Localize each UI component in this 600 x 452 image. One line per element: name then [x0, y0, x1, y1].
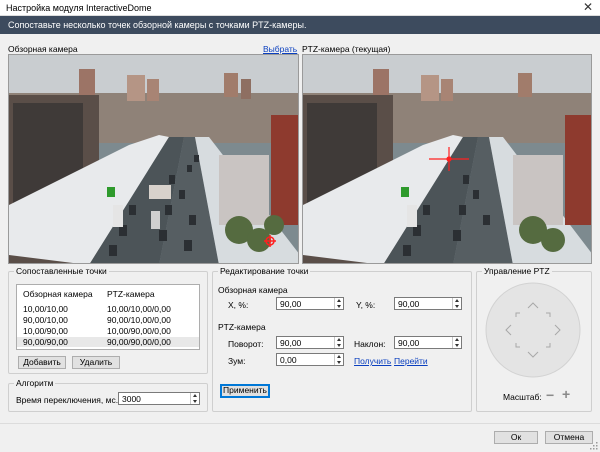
- column-header-ptz[interactable]: PTZ-камера: [107, 289, 155, 299]
- zoom-label: Зум:: [228, 356, 246, 366]
- x-stepper[interactable]: 90,00: [276, 297, 344, 310]
- switch-time-label: Время переключения, мс.:: [16, 395, 121, 405]
- x-value: 90,00: [280, 299, 302, 309]
- title-bar: Настройка модуля InteractiveDome ✕: [0, 0, 600, 16]
- delete-point-button[interactable]: Удалить: [72, 356, 120, 369]
- table-row[interactable]: 10,00/90,00 10,00/90,00/0,00: [17, 326, 199, 336]
- row-overview-cell: 90,00/90,00: [23, 337, 68, 347]
- tilt-label: Наклон:: [354, 339, 386, 349]
- stepper-arrows-icon[interactable]: [190, 393, 199, 404]
- stepper-arrows-icon[interactable]: [334, 354, 343, 365]
- edit-point-legend: Редактирование точки: [220, 266, 309, 276]
- tilt-value: 90,00: [398, 338, 420, 348]
- row-overview-cell: 10,00/90,00: [23, 326, 68, 336]
- stepper-arrows-icon[interactable]: [334, 298, 343, 309]
- instruction-text: Сопоставьте несколько точек обзорной кам…: [8, 20, 307, 30]
- table-row[interactable]: 90,00/10,00 90,00/10,00/0,00: [17, 315, 199, 325]
- overview-camera-label: Обзорная камера: [8, 44, 78, 54]
- overview-camera-view[interactable]: [8, 54, 299, 264]
- select-camera-link[interactable]: Выбрать: [263, 44, 297, 54]
- tilt-stepper[interactable]: 90,00: [394, 336, 462, 349]
- resize-grip-icon[interactable]: [590, 442, 598, 450]
- ptz-camera-label: PTZ-камера (текущая): [302, 44, 391, 54]
- row-ptz-cell: 10,00/90,00/0,00: [107, 326, 171, 336]
- switch-time-value: 3000: [122, 394, 141, 404]
- row-overview-cell: 10,00/10,00: [23, 304, 68, 314]
- scale-label: Масштаб:: [503, 392, 542, 402]
- table-row[interactable]: 10,00/10,00 10,00/10,00/0,00: [17, 304, 199, 314]
- stepper-arrows-icon[interactable]: [452, 337, 461, 348]
- apply-button[interactable]: Применить: [220, 384, 270, 398]
- stepper-arrows-icon[interactable]: [334, 337, 343, 348]
- list-header: Обзорная камера PTZ-камера: [17, 289, 199, 301]
- ptz-joystick[interactable]: [484, 281, 582, 379]
- add-point-button[interactable]: Добавить: [18, 356, 66, 369]
- y-label: Y, %:: [356, 300, 376, 310]
- zoom-out-icon[interactable]: −: [546, 387, 554, 403]
- switch-time-stepper[interactable]: 3000: [118, 392, 200, 405]
- row-ptz-cell: 90,00/10,00/0,00: [107, 315, 171, 325]
- matched-points-legend: Сопоставленные точки: [16, 266, 107, 276]
- zoom-value: 0,00: [280, 355, 297, 365]
- matched-points-list[interactable]: Обзорная камера PTZ-камера 10,00/10,00 10…: [16, 284, 200, 350]
- row-ptz-cell: 90,00/90,00/0,00: [107, 337, 171, 347]
- ptz-control-legend: Управление PTZ: [484, 266, 550, 276]
- window-title: Настройка модуля InteractiveDome: [6, 3, 152, 13]
- edit-overview-section-label: Обзорная камера: [218, 285, 288, 295]
- stepper-arrows-icon[interactable]: [452, 298, 461, 309]
- close-icon[interactable]: ✕: [581, 0, 595, 16]
- overview-camera-image: [9, 55, 298, 263]
- column-header-overview[interactable]: Обзорная камера: [23, 289, 93, 299]
- ptz-camera-image: [303, 55, 591, 263]
- pan-stepper[interactable]: 90,00: [276, 336, 344, 349]
- cancel-button[interactable]: Отмена: [545, 431, 593, 444]
- y-stepper[interactable]: 90,00: [394, 297, 462, 310]
- zoom-in-icon[interactable]: +: [562, 386, 570, 402]
- pan-label: Поворот:: [228, 339, 264, 349]
- goto-position-link[interactable]: Перейти: [394, 356, 428, 366]
- row-overview-cell: 90,00/10,00: [23, 315, 68, 325]
- ok-button[interactable]: Ок: [494, 431, 538, 444]
- x-label: X, %:: [228, 300, 249, 310]
- zoom-stepper[interactable]: 0,00: [276, 353, 344, 366]
- ptz-camera-view[interactable]: [302, 54, 592, 264]
- pan-value: 90,00: [280, 338, 302, 348]
- get-position-link[interactable]: Получить: [354, 356, 391, 366]
- y-value: 90,00: [398, 299, 420, 309]
- footer-divider: [0, 423, 600, 424]
- instruction-banner: Сопоставьте несколько точек обзорной кам…: [0, 16, 600, 34]
- table-row[interactable]: 90,00/90,00 90,00/90,00/0,00: [17, 337, 199, 347]
- edit-ptz-section-label: PTZ-камера: [218, 322, 266, 332]
- row-ptz-cell: 10,00/10,00/0,00: [107, 304, 171, 314]
- algorithm-legend: Алгоритм: [16, 378, 54, 388]
